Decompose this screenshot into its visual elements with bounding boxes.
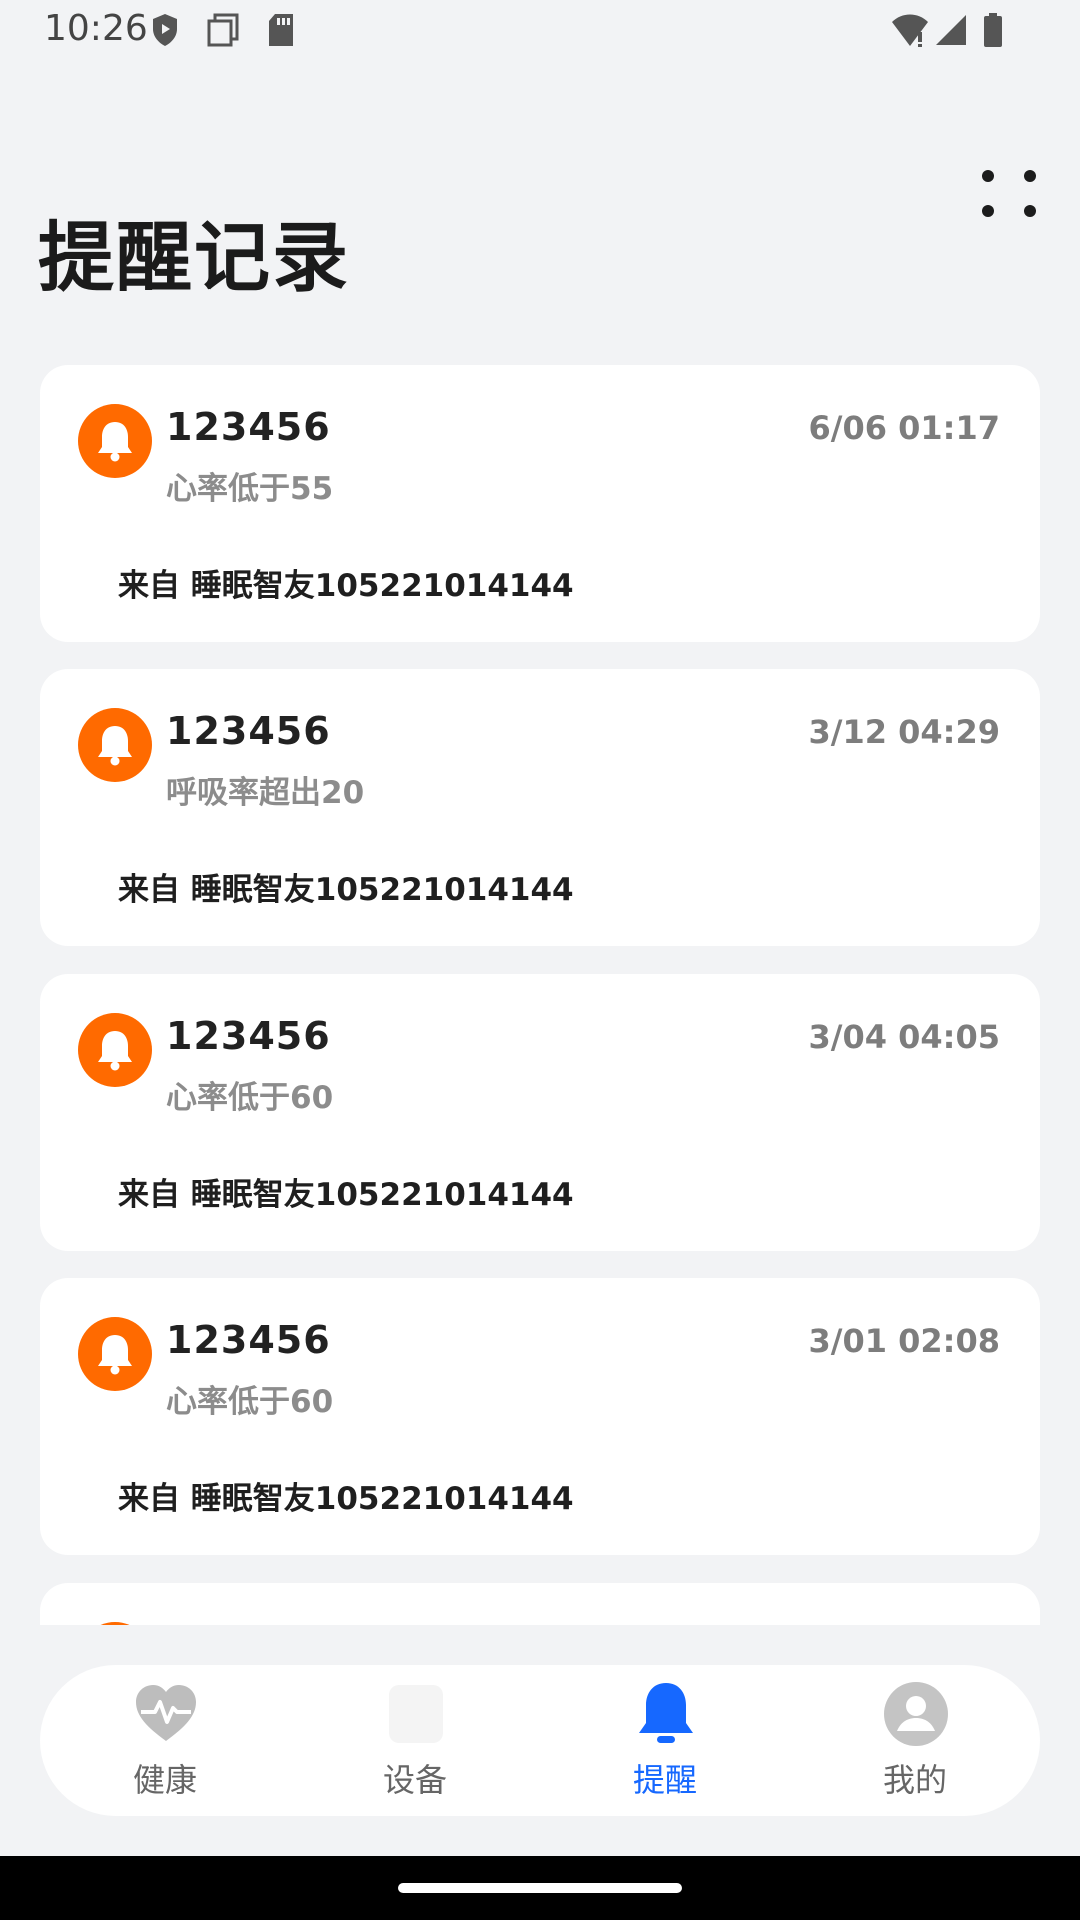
reminder-source: 来自 睡眠智友105221014144 <box>118 1177 574 1213</box>
status-bar: 10:26 <box>0 0 1080 64</box>
bell-icon <box>633 1681 699 1747</box>
reminder-name: 123456 <box>166 1014 331 1058</box>
bell-icon <box>78 1317 152 1391</box>
reminder-source: 来自 睡眠智友105221014144 <box>118 568 574 604</box>
nav-label: 健康 <box>132 1761 197 1799</box>
nav-label: 提醒 <box>632 1761 697 1799</box>
signal-icon <box>934 12 968 52</box>
status-time: 10:26 <box>44 8 148 49</box>
bell-icon <box>78 1013 152 1087</box>
bottom-nav: 健康 设备 提醒 我的 <box>40 1665 1040 1816</box>
page-title: 提醒记录 <box>38 213 350 302</box>
heart-pulse-icon <box>133 1681 199 1747</box>
nav-item-device[interactable]: 设备 <box>290 1665 540 1816</box>
reminder-time: 3/01 02:08 <box>808 1322 1000 1360</box>
reminder-list[interactable]: 123456 6/06 01:17 心率低于55 来自 睡眠智友10522101… <box>40 365 1040 1625</box>
more-options-button[interactable] <box>970 160 1036 224</box>
dot-icon <box>1024 170 1036 182</box>
dot-icon <box>982 170 994 182</box>
wifi-icon <box>890 12 930 52</box>
reminder-alert: 心率低于60 <box>166 1384 334 1420</box>
reminder-name: 123456 <box>166 1318 331 1362</box>
reminder-time: 6/06 01:17 <box>808 409 1000 447</box>
reminder-alert: 呼吸率超出20 <box>166 775 365 811</box>
home-handle[interactable] <box>398 1883 682 1893</box>
device-icon <box>383 1681 449 1747</box>
profile-icon <box>883 1681 949 1747</box>
bell-icon <box>78 404 152 478</box>
reminder-card[interactable]: 123456 3/01 02:08 心率低于60 来自 睡眠智友10522101… <box>40 1278 1040 1555</box>
reminder-alert: 心率低于60 <box>166 1080 334 1116</box>
nav-label: 我的 <box>882 1761 947 1799</box>
bell-icon <box>78 1622 152 1625</box>
reminder-source: 来自 睡眠智友105221014144 <box>118 872 574 908</box>
reminder-card-partial[interactable] <box>40 1583 1040 1625</box>
reminder-time: 3/12 04:29 <box>808 713 1000 751</box>
copy-icon <box>206 12 240 52</box>
dot-icon <box>982 205 994 217</box>
reminder-name: 123456 <box>166 709 331 753</box>
nav-item-health[interactable]: 健康 <box>40 1665 290 1816</box>
reminder-alert: 心率低于55 <box>166 471 334 507</box>
sd-card-icon <box>266 12 296 52</box>
reminder-card[interactable]: 123456 6/06 01:17 心率低于55 来自 睡眠智友10522101… <box>40 365 1040 642</box>
system-navigation-bar <box>0 1856 1080 1920</box>
reminder-card[interactable]: 123456 3/12 04:29 呼吸率超出20 来自 睡眠智友1052210… <box>40 669 1040 946</box>
bell-icon <box>78 708 152 782</box>
nav-item-profile[interactable]: 我的 <box>790 1665 1040 1816</box>
nav-label: 设备 <box>382 1761 447 1799</box>
shield-icon <box>150 12 180 52</box>
battery-icon <box>982 12 1004 52</box>
dot-icon <box>1024 205 1036 217</box>
reminder-time: 3/04 04:05 <box>808 1018 1000 1056</box>
reminder-card[interactable]: 123456 3/04 04:05 心率低于60 来自 睡眠智友10522101… <box>40 974 1040 1251</box>
reminder-source: 来自 睡眠智友105221014144 <box>118 1481 574 1517</box>
nav-item-reminder[interactable]: 提醒 <box>540 1665 790 1816</box>
reminder-name: 123456 <box>166 405 331 449</box>
